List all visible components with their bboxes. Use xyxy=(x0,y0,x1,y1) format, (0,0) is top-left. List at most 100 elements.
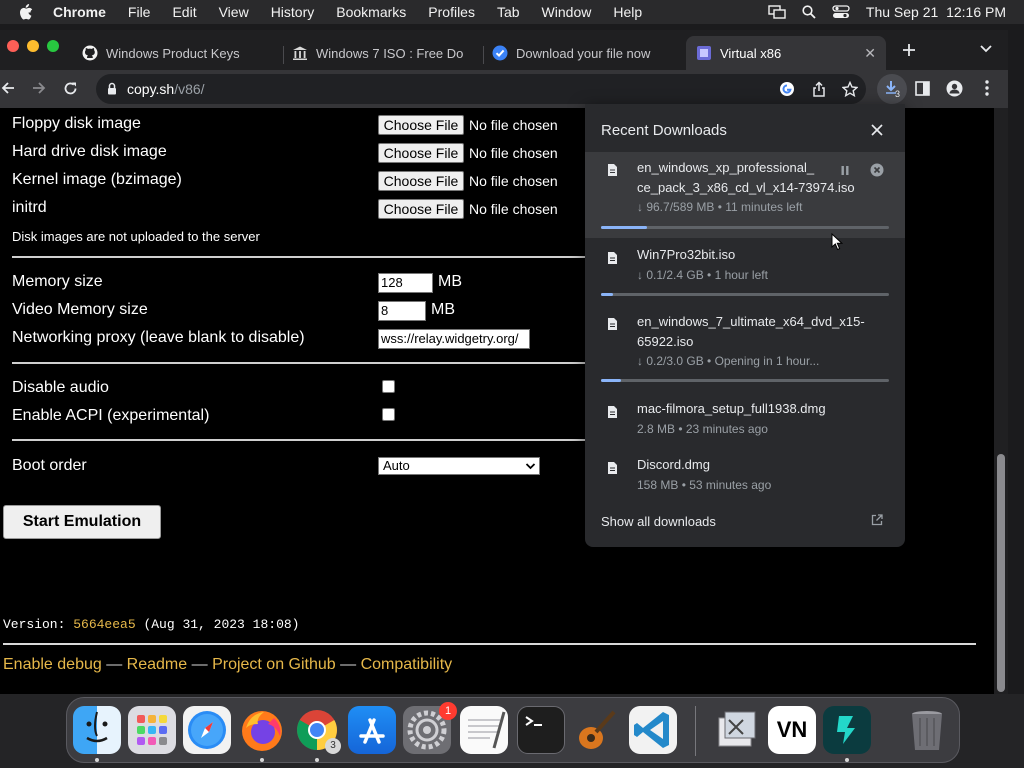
download-progress-fill xyxy=(601,293,613,296)
initrd-choose-file-button[interactable]: Choose File xyxy=(378,199,464,219)
video-memory-input[interactable]: 8 xyxy=(378,301,426,321)
profile-avatar-icon[interactable] xyxy=(946,80,963,97)
archive-icon xyxy=(293,46,307,60)
cancel-download-icon[interactable] xyxy=(870,163,884,177)
disable-audio-checkbox[interactable] xyxy=(382,380,395,393)
proxy-input[interactable]: wss://relay.widgetry.org/ xyxy=(378,329,530,349)
textedit-app-icon[interactable] xyxy=(460,706,508,754)
menu-history[interactable]: History xyxy=(271,4,315,20)
menu-tab[interactable]: Tab xyxy=(497,4,520,20)
tab-close-icon[interactable]: ✕ xyxy=(864,45,876,62)
share-icon[interactable] xyxy=(812,81,826,97)
tab-download-your-file[interactable]: Download your file now xyxy=(492,36,682,70)
app-store-app-icon[interactable] xyxy=(348,706,396,754)
window-zoom-button[interactable] xyxy=(47,40,59,52)
show-all-downloads-link[interactable]: Show all downloads xyxy=(601,514,716,529)
lock-icon[interactable] xyxy=(107,82,117,95)
terminal-app-icon[interactable] xyxy=(517,706,565,754)
finder-app-icon[interactable] xyxy=(73,706,121,754)
scrollbar-thumb[interactable] xyxy=(997,454,1005,692)
enable-acpi-checkbox[interactable] xyxy=(382,408,395,421)
garageband-app-icon[interactable] xyxy=(572,706,620,754)
textedit-pen-icon xyxy=(468,711,506,749)
close-icon[interactable] xyxy=(871,124,883,136)
window-minimize-button[interactable] xyxy=(27,40,39,52)
github-project-link[interactable]: Project on Github xyxy=(212,656,336,673)
running-indicator xyxy=(315,758,319,762)
download-item[interactable]: Discord.dmg 158 MB • 53 minutes ago xyxy=(585,448,905,504)
menu-bookmarks[interactable]: Bookmarks xyxy=(336,4,406,20)
preview-app-icon[interactable] xyxy=(713,706,761,754)
download-item[interactable]: en_windows_xp_professional_ ce_pack_3_x86… xyxy=(585,152,905,238)
forward-arrow-icon[interactable] xyxy=(32,81,46,95)
download-filename: mac-filmora_setup_full1938.dmg xyxy=(637,401,826,416)
tab-windows-product-keys[interactable]: Windows Product Keys ✕ xyxy=(82,36,282,70)
menu-help[interactable]: Help xyxy=(613,4,642,20)
kernel-choose-file-button[interactable]: Choose File xyxy=(378,171,464,191)
trash-app-icon[interactable] xyxy=(903,706,951,754)
safari-app-icon[interactable] xyxy=(183,706,231,754)
downloads-bubble: Recent Downloads en_windows_xp_professio… xyxy=(585,104,905,547)
footer-divider xyxy=(3,643,976,645)
address-bar[interactable]: copy.sh/v86/ xyxy=(96,74,866,104)
filmora-app-icon[interactable] xyxy=(823,706,871,754)
file-icon xyxy=(608,252,617,264)
page-scrollbar[interactable] xyxy=(994,108,1008,694)
tab-search-chevron-icon[interactable] xyxy=(980,45,992,53)
google-lens-icon[interactable] xyxy=(779,81,795,97)
start-emulation-button[interactable]: Start Emulation xyxy=(3,505,161,539)
launchpad-app-icon[interactable] xyxy=(128,706,176,754)
downloads-button[interactable]: 3 xyxy=(877,74,907,104)
control-center-icon[interactable] xyxy=(832,5,850,19)
download-progress-fill xyxy=(601,226,648,229)
download-item[interactable]: mac-filmora_setup_full1938.dmg 2.8 MB • … xyxy=(585,392,905,448)
tab-virtual-x86[interactable]: Virtual x86 ✕ xyxy=(686,36,886,70)
hard-drive-choose-file-button[interactable]: Choose File xyxy=(378,143,464,163)
v86-icon xyxy=(697,46,711,60)
spotlight-search-icon[interactable] xyxy=(802,5,816,19)
disk-upload-note: Disk images are not uploaded to the serv… xyxy=(12,229,260,244)
memory-size-input[interactable]: 128 xyxy=(378,273,433,293)
back-arrow-icon[interactable] xyxy=(1,81,15,95)
dock: 3 1 VN xyxy=(66,697,960,763)
new-tab-icon[interactable] xyxy=(902,43,916,57)
floppy-choose-file-button[interactable]: Choose File xyxy=(378,115,464,135)
window-close-button[interactable] xyxy=(7,40,19,52)
url-text[interactable]: copy.sh/v86/ xyxy=(127,81,205,97)
boot-order-select[interactable]: Auto xyxy=(378,457,540,475)
download-item[interactable]: Win7Pro32bit.iso ↓ 0.1/2.4 GB • 1 hour l… xyxy=(585,238,905,304)
menu-file[interactable]: File xyxy=(128,4,151,20)
tab-windows-7-iso[interactable]: Windows 7 ISO : Free Do xyxy=(292,36,482,70)
side-panel-icon[interactable] xyxy=(915,81,930,96)
vscode-app-icon[interactable] xyxy=(629,706,677,754)
menu-edit[interactable]: Edit xyxy=(172,4,196,20)
app-name[interactable]: Chrome xyxy=(53,4,106,20)
chrome-app-icon[interactable]: 3 xyxy=(293,706,341,754)
readme-link[interactable]: Readme xyxy=(127,656,187,673)
screen-mirroring-icon[interactable] xyxy=(768,5,786,19)
safari-compass-icon xyxy=(188,711,226,749)
menu-profiles[interactable]: Profiles xyxy=(428,4,475,20)
version-hash-link[interactable]: 5664eea5 xyxy=(73,617,135,632)
version-line: Version: 5664eea5 (Aug 31, 2023 18:08) xyxy=(3,617,299,632)
enable-debug-link[interactable]: Enable debug xyxy=(3,656,102,673)
open-external-icon[interactable] xyxy=(871,514,883,526)
enable-acpi-label: Enable ACPI (experimental) xyxy=(12,407,210,424)
app-store-a-icon xyxy=(359,718,385,744)
check-badge-icon xyxy=(492,45,508,61)
reload-icon[interactable] xyxy=(63,81,78,96)
system-settings-app-icon[interactable]: 1 xyxy=(403,702,457,754)
firefox-app-icon[interactable] xyxy=(238,706,286,754)
kebab-menu-icon[interactable] xyxy=(985,80,989,96)
menu-window[interactable]: Window xyxy=(542,4,592,20)
menu-bar-clock[interactable]: Thu Sep 21 12:16 PM xyxy=(866,4,1006,20)
disable-audio-label: Disable audio xyxy=(12,379,109,396)
pause-icon[interactable] xyxy=(840,165,850,176)
download-status: 2.8 MB • 23 minutes ago xyxy=(637,422,768,436)
apple-menu-icon[interactable] xyxy=(19,4,33,20)
bookmark-star-icon[interactable] xyxy=(842,81,858,97)
vn-app-icon[interactable]: VN xyxy=(768,706,816,754)
compatibility-link[interactable]: Compatibility xyxy=(361,656,453,673)
menu-view[interactable]: View xyxy=(219,4,249,20)
download-item[interactable]: en_windows_7_ultimate_x64_dvd_x15- 65922.… xyxy=(585,304,905,392)
